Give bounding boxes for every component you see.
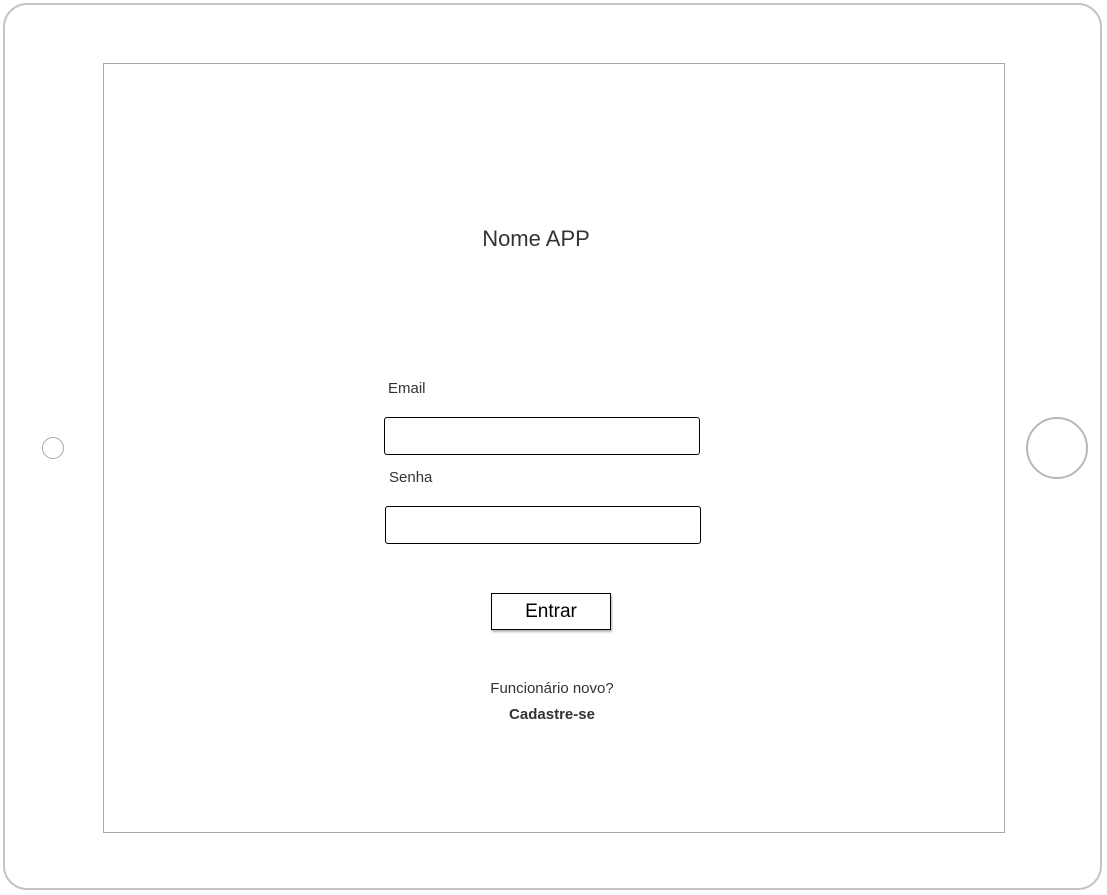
signup-link[interactable]: Cadastre-se — [452, 706, 652, 723]
email-field[interactable] — [384, 417, 700, 455]
password-field[interactable] — [385, 506, 701, 544]
email-label: Email — [388, 380, 426, 397]
new-employee-prompt: Funcionário novo? — [490, 680, 614, 697]
password-label: Senha — [389, 469, 433, 486]
home-button[interactable] — [1026, 417, 1088, 479]
login-button[interactable]: Entrar — [491, 593, 611, 630]
camera-icon — [42, 437, 64, 459]
app-title: Nome APP — [482, 226, 590, 251]
